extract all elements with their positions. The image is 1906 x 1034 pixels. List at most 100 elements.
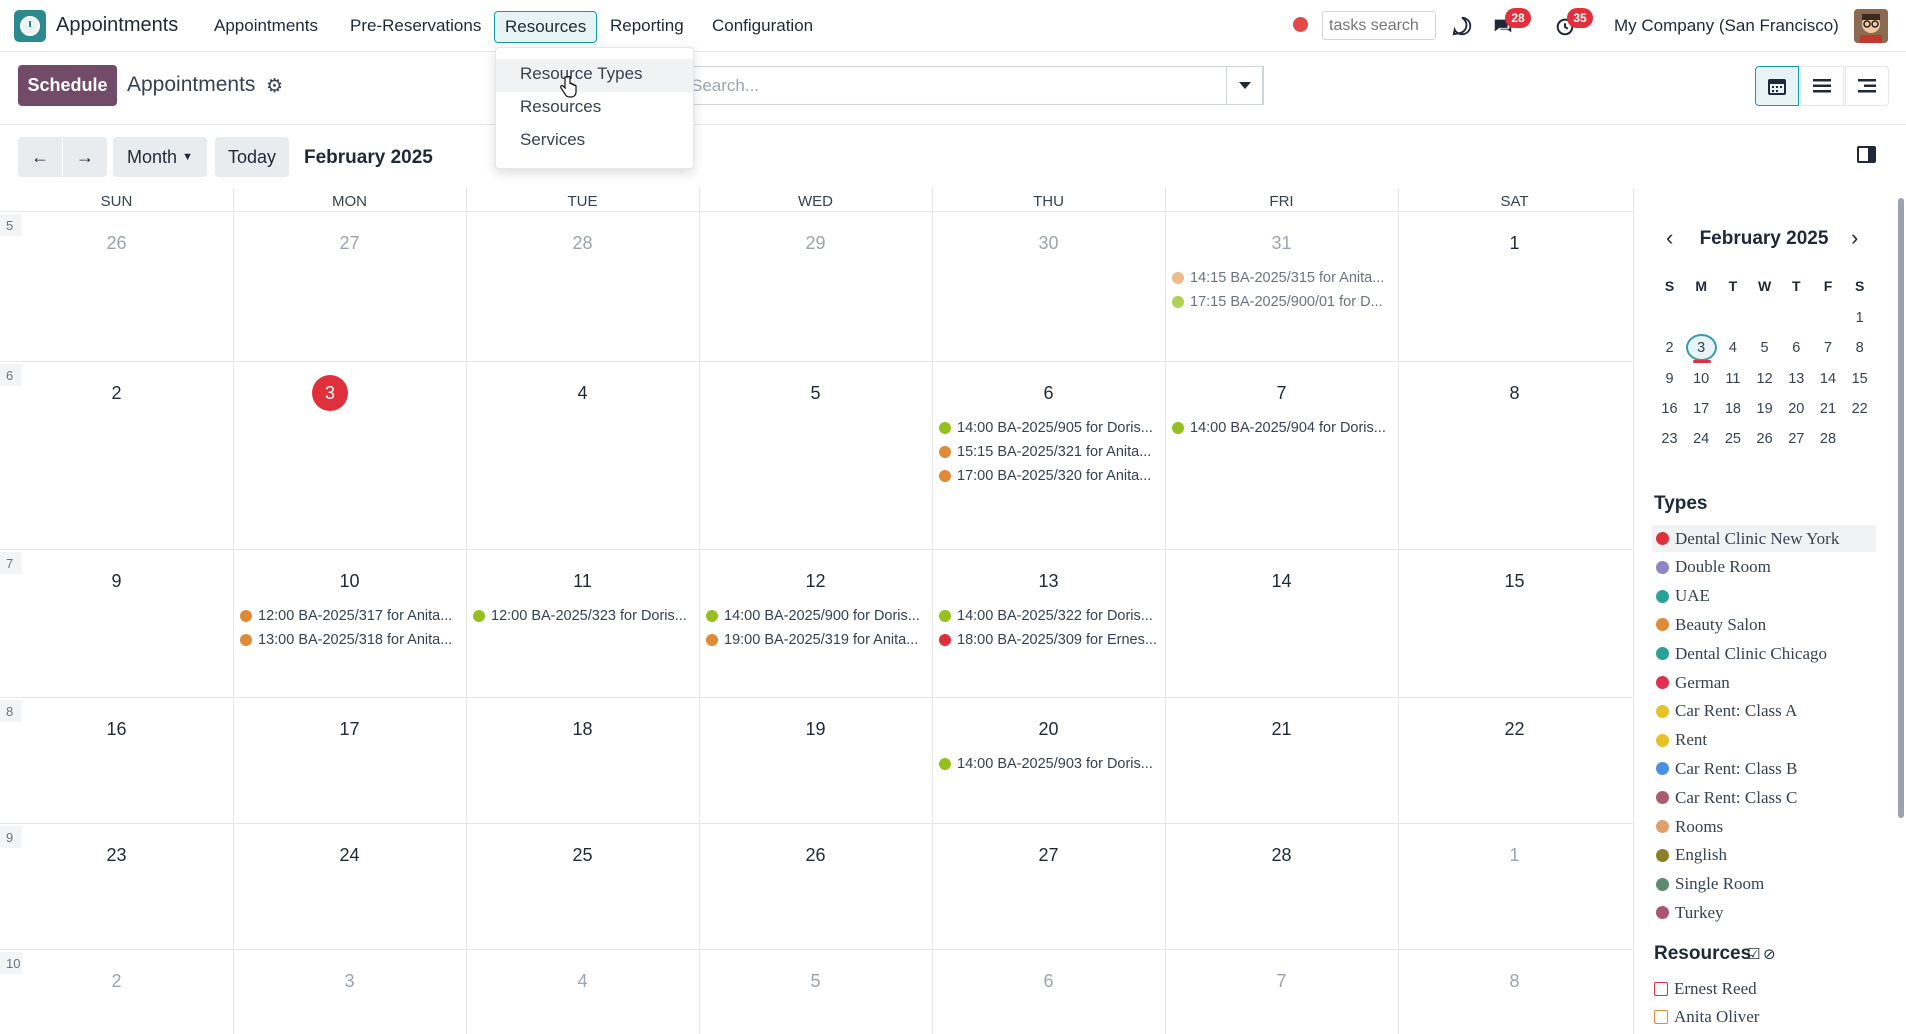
type-filter-item[interactable]: German (1652, 669, 1876, 696)
mini-calendar-day[interactable]: 13 (1781, 371, 1812, 387)
type-filter-item[interactable]: Car Rent: Class A (1652, 698, 1876, 725)
mini-calendar-day[interactable]: 5 (1749, 340, 1780, 356)
recording-icon[interactable] (1293, 17, 1308, 32)
calendar-event[interactable]: 14:15 BA-2025/315 for Anita... (1172, 267, 1394, 289)
today-button[interactable]: Today (215, 137, 289, 177)
company-switcher[interactable]: My Company (San Francisco) (1614, 16, 1839, 36)
day-number[interactable]: 7 (1165, 971, 1398, 992)
type-filter-item[interactable]: Dental Clinic Chicago (1652, 640, 1876, 667)
day-number[interactable]: 11 (466, 571, 699, 592)
mini-calendar-day[interactable]: 6 (1781, 340, 1812, 356)
menu-reporting[interactable]: Reporting (610, 16, 684, 36)
mini-calendar-day[interactable]: 20 (1781, 401, 1812, 417)
mini-calendar-day[interactable]: 26 (1749, 431, 1780, 447)
day-number[interactable]: 21 (1165, 719, 1398, 740)
calendar-event[interactable]: 14:00 BA-2025/905 for Doris... (939, 417, 1161, 439)
type-filter-item[interactable]: Rent (1652, 727, 1876, 754)
mini-calendar-day[interactable]: 10 (1686, 371, 1717, 387)
day-number[interactable]: 27 (932, 845, 1165, 866)
scrollbar[interactable] (1898, 198, 1904, 818)
mini-calendar-day[interactable]: 23 (1654, 431, 1685, 447)
type-filter-item[interactable]: Double Room (1652, 554, 1876, 581)
calendar-event[interactable]: 17:15 BA-2025/900/01 for D... (1172, 291, 1394, 313)
day-number[interactable]: 13 (932, 571, 1165, 592)
mini-calendar-day[interactable]: 21 (1813, 401, 1844, 417)
mini-calendar-day[interactable]: 27 (1781, 431, 1812, 447)
mini-calendar-day[interactable]: 11 (1717, 371, 1748, 387)
mini-calendar-day[interactable]: 28 (1813, 431, 1844, 447)
type-filter-item[interactable]: Turkey (1652, 899, 1876, 926)
menu-configuration[interactable]: Configuration (712, 16, 813, 36)
day-number[interactable]: 23 (0, 845, 233, 866)
mini-calendar-day[interactable]: 18 (1717, 401, 1748, 417)
clear-all-icon[interactable]: ⊘ (1763, 945, 1776, 963)
messages-icon[interactable]: 28 (1491, 8, 1531, 38)
mini-calendar-day[interactable]: 7 (1813, 340, 1844, 356)
list-view-button[interactable] (1800, 66, 1844, 106)
day-number[interactable]: 2 (0, 971, 233, 992)
mini-calendar-day[interactable]: 2 (1654, 340, 1685, 356)
app-name[interactable]: Appointments (56, 14, 178, 37)
day-number[interactable]: 2 (0, 383, 233, 404)
day-number[interactable]: 1 (1398, 845, 1631, 866)
next-period-button[interactable]: → (63, 137, 107, 177)
day-number[interactable]: 1 (1398, 233, 1631, 254)
day-number[interactable]: 12 (699, 571, 932, 592)
day-number[interactable]: 20 (932, 719, 1165, 740)
mini-calendar-day[interactable]: 1 (1844, 310, 1875, 326)
mini-calendar-day[interactable]: 17 (1686, 401, 1717, 417)
calendar-event[interactable]: 12:00 BA-2025/323 for Doris... (473, 605, 695, 627)
appointments-app-icon[interactable] (14, 10, 46, 42)
day-number[interactable]: 9 (0, 571, 233, 592)
day-number[interactable]: 31 (1165, 233, 1398, 254)
day-number[interactable]: 27 (233, 233, 466, 254)
calendar-event[interactable]: 14:00 BA-2025/900 for Doris... (706, 605, 928, 627)
type-filter-item[interactable]: Rooms (1652, 813, 1876, 840)
calendar-view-button[interactable] (1755, 66, 1799, 106)
day-number[interactable]: 17 (233, 719, 466, 740)
phone-icon[interactable] (1450, 14, 1474, 38)
day-number[interactable]: 16 (0, 719, 233, 740)
mini-calendar-day[interactable]: 8 (1844, 340, 1875, 356)
day-number[interactable]: 10 (233, 571, 466, 592)
resource-filter-item[interactable]: Anita Oliver (1654, 1005, 1759, 1029)
menu-pre-reservations[interactable]: Pre-Reservations (350, 16, 481, 36)
dropdown-item-resources[interactable]: Resources (496, 92, 693, 125)
type-filter-item[interactable]: Beauty Salon (1652, 611, 1876, 638)
type-filter-item[interactable]: Car Rent: Class B (1652, 755, 1876, 782)
mini-calendar-day[interactable]: 15 (1844, 371, 1875, 387)
day-number[interactable]: 14 (1165, 571, 1398, 592)
mini-calendar-day[interactable]: 16 (1654, 401, 1685, 417)
mini-calendar-day[interactable]: 12 (1749, 371, 1780, 387)
calendar-event[interactable]: 13:00 BA-2025/318 for Anita... (240, 629, 462, 651)
day-number[interactable]: 22 (1398, 719, 1631, 740)
day-number[interactable]: 5 (699, 971, 932, 992)
day-number[interactable]: 7 (1165, 383, 1398, 404)
day-number[interactable]: 6 (932, 383, 1165, 404)
day-number[interactable]: 24 (233, 845, 466, 866)
schedule-button[interactable]: Schedule (18, 65, 117, 106)
calendar-event[interactable]: 12:00 BA-2025/317 for Anita... (240, 605, 462, 627)
day-number[interactable]: 19 (699, 719, 932, 740)
type-filter-item[interactable]: Car Rent: Class C (1652, 784, 1876, 811)
mini-calendar-day[interactable]: 24 (1686, 431, 1717, 447)
activities-icon[interactable]: 35 (1553, 8, 1593, 38)
mini-calendar-day[interactable]: 3 (1686, 340, 1717, 356)
resource-filter-item[interactable]: Ernest Reed (1654, 977, 1757, 1001)
day-number[interactable]: 4 (466, 971, 699, 992)
calendar-event[interactable]: 17:00 BA-2025/320 for Anita... (939, 465, 1161, 487)
day-number[interactable]: 4 (466, 383, 699, 404)
calendar-event[interactable]: 14:00 BA-2025/322 for Doris... (939, 605, 1161, 627)
mini-calendar-next-icon[interactable]: › (1851, 225, 1858, 251)
calendar-event[interactable]: 19:00 BA-2025/319 for Anita... (706, 629, 928, 651)
type-filter-item[interactable]: Dental Clinic New York (1652, 525, 1876, 552)
day-number[interactable]: 8 (1398, 971, 1631, 992)
day-number[interactable]: 18 (466, 719, 699, 740)
day-number[interactable]: 6 (932, 971, 1165, 992)
day-number[interactable]: 29 (699, 233, 932, 254)
search-options-toggle[interactable] (1226, 66, 1263, 105)
resource-checkbox[interactable] (1654, 1010, 1668, 1024)
day-number[interactable]: 3 (233, 971, 466, 992)
mini-calendar-day[interactable]: 25 (1717, 431, 1748, 447)
user-avatar[interactable] (1854, 9, 1888, 43)
